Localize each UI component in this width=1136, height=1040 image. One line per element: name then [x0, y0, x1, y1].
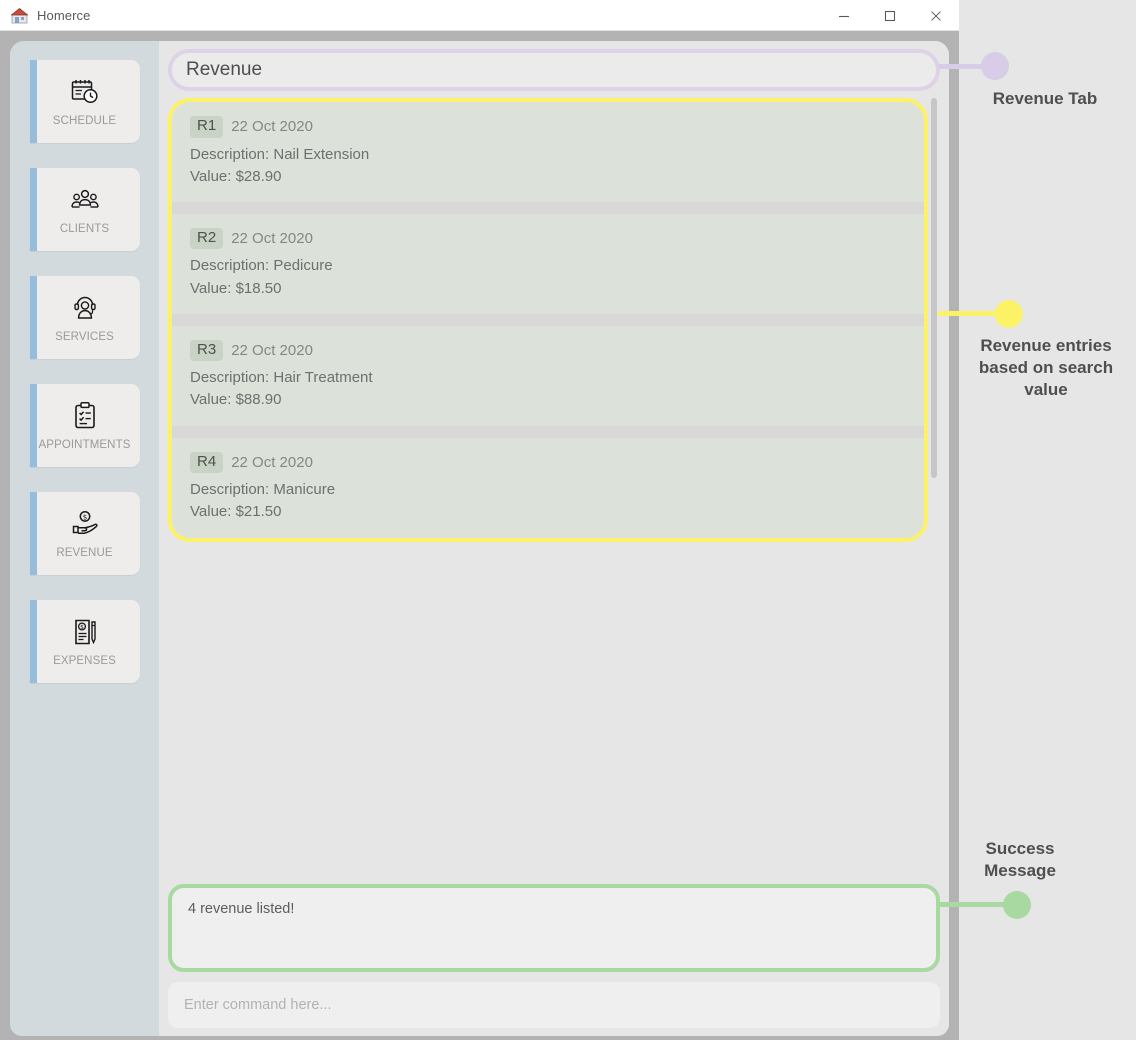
minimize-icon[interactable]: [821, 0, 867, 31]
entry-header: R4 22 Oct 2020: [190, 451, 908, 474]
application-window: Homerce SCHEDULE CLIENTS SERVICES APPOIN…: [0, 0, 959, 1040]
entry-header: R2 22 Oct 2020: [190, 227, 908, 250]
revenue-entry-list: R1 22 Oct 2020 Description: Nail Extensi…: [168, 98, 928, 542]
entry-header: R1 22 Oct 2020: [190, 116, 908, 138]
maximize-icon[interactable]: [867, 0, 913, 31]
sidebar-item-services[interactable]: SERVICES: [29, 276, 140, 359]
list-item[interactable]: R1 22 Oct 2020 Description: Nail Extensi…: [172, 102, 924, 202]
entry-id-badge: R4: [190, 451, 224, 474]
hand-coin-icon: $: [70, 509, 100, 539]
entry-value: Value: $18.50: [190, 279, 282, 297]
sidebar: SCHEDULE CLIENTS SERVICES APPOINTMENTS $…: [10, 41, 159, 1036]
entry-id-badge: R1: [190, 116, 224, 138]
svg-text:$: $: [82, 513, 86, 521]
entry-description: Description: Hair Treatment: [190, 369, 373, 387]
entry-list-region: R1 22 Oct 2020 Description: Nail Extensi…: [168, 98, 940, 876]
entry-list-scroll: R1 22 Oct 2020 Description: Nail Extensi…: [168, 98, 928, 876]
command-input-placeholder: Enter command here...: [184, 997, 332, 1013]
annotated-screenshot: Homerce SCHEDULE CLIENTS SERVICES APPOIN…: [0, 0, 1136, 1040]
sidebar-item-label: SCHEDULE: [52, 114, 117, 127]
scrollbar[interactable]: [928, 98, 940, 876]
page-title: Revenue: [186, 59, 263, 80]
list-separator: [172, 313, 924, 326]
entry-description: Description: Manicure: [190, 481, 336, 499]
window-controls: [821, 0, 959, 31]
title-bar-left: Homerce: [0, 7, 90, 24]
window-content: SCHEDULE CLIENTS SERVICES APPOINTMENTS $…: [10, 41, 949, 1036]
main-panel: Revenue R1 22 Oct 2020 Description: Nail…: [159, 41, 949, 1036]
sidebar-item-clients[interactable]: CLIENTS: [29, 168, 140, 251]
sidebar-item-label: SERVICES: [55, 330, 114, 343]
title-bar: Homerce: [0, 0, 959, 31]
revenue-tab-header[interactable]: Revenue: [168, 49, 940, 91]
entry-id-badge: R2: [190, 227, 224, 250]
sidebar-item-revenue[interactable]: $ REVENUE: [29, 492, 140, 575]
annotation-dot-revenue-entries: [995, 300, 1023, 328]
result-display-box: 4 revenue listed!: [168, 884, 940, 972]
entry-date: 22 Oct 2020: [231, 230, 313, 248]
headset-person-icon: [70, 293, 100, 323]
annotation-label-revenue-entries: Revenue entries based on search value: [978, 336, 1114, 399]
calendar-clock-icon: [70, 77, 100, 107]
list-item[interactable]: R3 22 Oct 2020 Description: Hair Treatme…: [172, 325, 924, 426]
people-group-icon: [70, 185, 100, 215]
annotation-dot-revenue-tab: [981, 52, 1009, 80]
command-input[interactable]: Enter command here...: [168, 982, 940, 1028]
sidebar-item-expenses[interactable]: $ EXPENSES: [29, 600, 140, 683]
annotation-label-success-message: Success Message: [984, 839, 1056, 880]
clipboard-check-icon: [70, 401, 100, 431]
annotation-label-revenue-tab: Revenue Tab: [992, 89, 1098, 108]
window-title: Homerce: [37, 7, 91, 23]
list-item[interactable]: R2 22 Oct 2020 Description: Pedicure Val…: [172, 213, 924, 314]
sidebar-item-label: CLIENTS: [59, 222, 110, 235]
sidebar-item-appointments[interactable]: APPOINTMENTS: [29, 384, 140, 467]
entry-date: 22 Oct 2020: [231, 342, 313, 359]
sidebar-item-label: REVENUE: [56, 546, 113, 559]
entry-id-badge: R3: [190, 339, 224, 362]
scrollbar-thumb[interactable]: [931, 98, 937, 478]
entry-value: Value: $21.50: [190, 503, 282, 521]
annotation-dot-success-message: [1003, 891, 1031, 919]
sidebar-item-schedule[interactable]: SCHEDULE: [29, 60, 140, 143]
success-message: 4 revenue listed!: [188, 901, 295, 917]
close-icon[interactable]: [913, 0, 959, 31]
entry-value: Value: $88.90: [190, 391, 282, 409]
entry-description: Description: Pedicure: [190, 257, 333, 275]
house-app-icon: [10, 7, 29, 24]
entry-value: Value: $28.90: [190, 167, 282, 185]
entry-description: Description: Nail Extension: [190, 145, 370, 163]
sidebar-item-label: EXPENSES: [53, 654, 116, 667]
entry-date: 22 Oct 2020: [231, 453, 313, 471]
entry-header: R3 22 Oct 2020: [190, 339, 908, 362]
list-item[interactable]: R4 22 Oct 2020 Description: Manicure Val…: [172, 437, 924, 538]
list-separator: [172, 425, 924, 438]
receipt-pen-icon: $: [70, 617, 100, 647]
sidebar-item-label: APPOINTMENTS: [38, 438, 131, 451]
list-separator: [172, 201, 924, 214]
window-body: SCHEDULE CLIENTS SERVICES APPOINTMENTS $…: [0, 31, 959, 1040]
entry-date: 22 Oct 2020: [231, 118, 313, 136]
svg-text:$: $: [80, 624, 84, 631]
